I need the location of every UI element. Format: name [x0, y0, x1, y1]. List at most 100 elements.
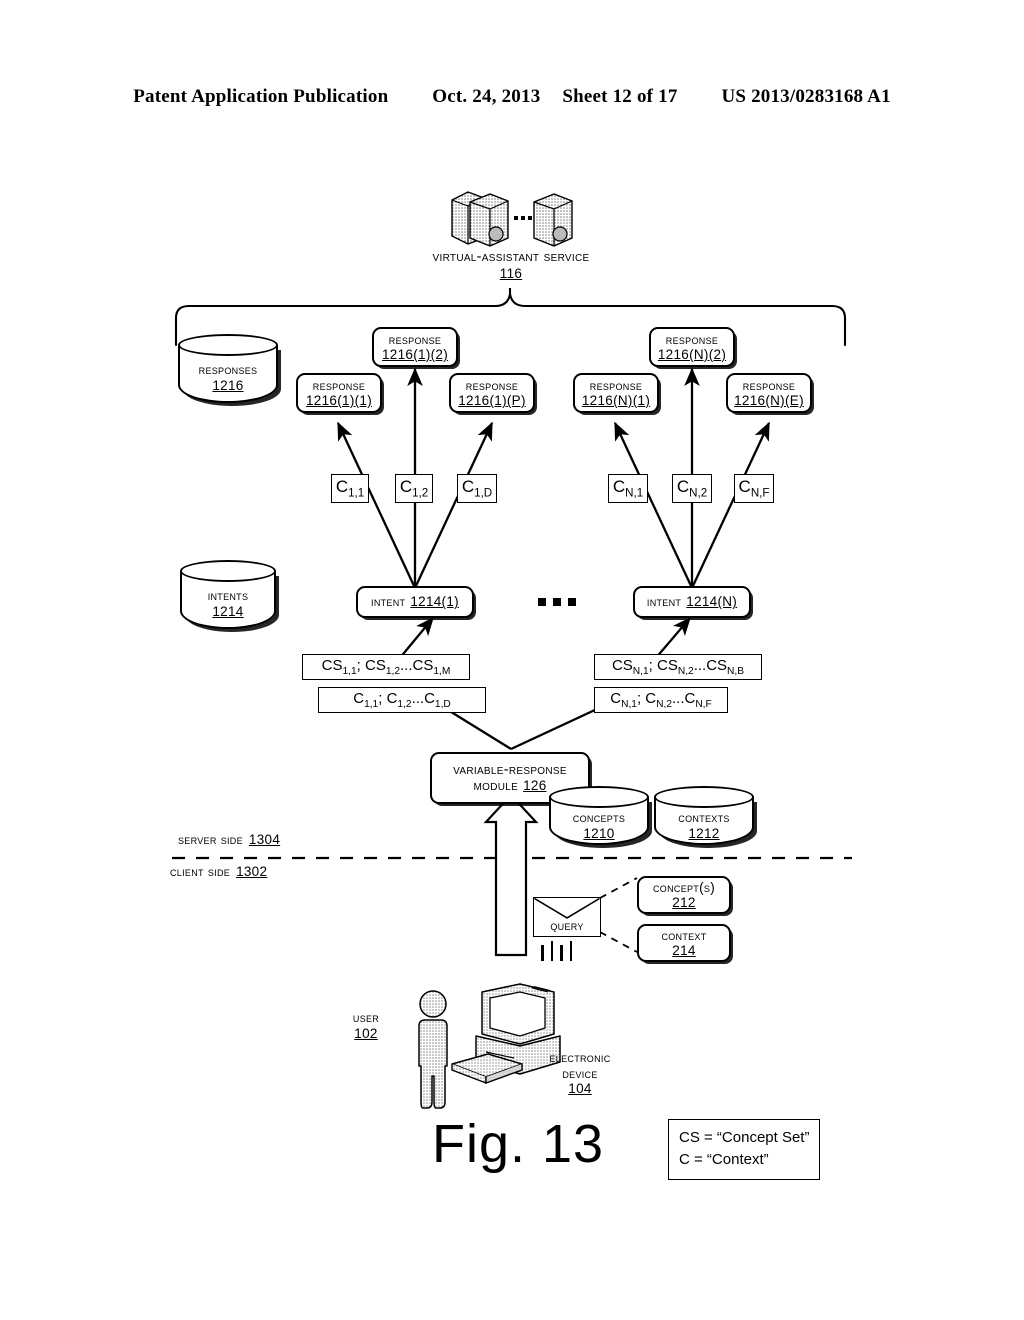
intents-db-caption: Intents 1214	[180, 588, 276, 619]
response-box-1216-1-1[interactable]: Response 1216(1)(1)	[296, 373, 382, 413]
service-label: Virtual-Assistant Service	[432, 249, 590, 265]
contexts-database: Contexts 1212	[654, 786, 754, 854]
concepts-db-ref: 1210	[583, 825, 615, 841]
response-label: Response	[312, 377, 366, 393]
context-label-c-1-1: C1,1	[331, 474, 369, 503]
context-label-c-n-f: CN,F	[734, 474, 774, 503]
response-ref: 1216(1)(1)	[305, 393, 373, 408]
intent-ref: 1214(N)	[686, 594, 738, 610]
legend-box: CS = “Concept Set” C = “Context”	[668, 1119, 821, 1180]
response-box-1216-n-1[interactable]: Response 1216(N)(1)	[573, 373, 659, 413]
responses-db-label: Responses	[198, 362, 258, 377]
device-ref: 104	[568, 1081, 592, 1097]
responses-db-top	[178, 334, 278, 356]
client-side-text: Client Side	[170, 864, 231, 879]
responses-db-caption: Responses 1216	[178, 362, 278, 393]
concepts-db-caption: Concepts 1210	[549, 810, 649, 841]
response-box-1216-n-2[interactable]: Response 1216(N)(2)	[649, 327, 735, 367]
signal-bars-icon	[541, 941, 572, 961]
context-sub: N,1	[625, 487, 644, 500]
context-label-c-1-2: C1,2	[395, 474, 433, 503]
response-label: Response	[388, 331, 442, 347]
context-row-n: CN,1; CN,2...CN,F	[594, 687, 728, 713]
intents-database: Intents 1214	[180, 560, 276, 638]
intent-node-1214-n[interactable]: Intent 1214(N)	[633, 586, 751, 618]
module-label-line-2: Module	[473, 778, 519, 794]
leader-query-to-context	[599, 931, 638, 953]
response-label: Response	[665, 331, 719, 347]
response-box-1216-1-2[interactable]: Response 1216(1)(2)	[372, 327, 458, 367]
user-caption: User 102	[330, 1010, 402, 1041]
concepts-box-212[interactable]: Concept(s) 212	[637, 876, 731, 914]
device-label-line-1: Electronic	[549, 1050, 611, 1065]
context-box-214[interactable]: Context 214	[637, 924, 731, 962]
contexts-db-ref: 1212	[688, 825, 720, 841]
responses-db-ref: 1216	[212, 377, 244, 393]
leader-query-to-concepts	[599, 877, 638, 899]
context-box-ref: 214	[672, 943, 696, 958]
response-ref: 1216(N)(E)	[734, 393, 804, 408]
arrow-intentn-to-response-n-e	[690, 421, 771, 589]
module-label-line-2-row: Module 126	[473, 778, 546, 794]
concept-set-row-n-text: CSN,1; CSN,2...CSN,B	[611, 656, 745, 677]
concept-set-row-1: CS1,1; CS1,2...CS1,M	[302, 654, 470, 680]
context-sub: N,F	[750, 487, 770, 500]
response-box-1216-n-e[interactable]: Response 1216(N)(E)	[726, 373, 812, 413]
context-base: C	[335, 476, 349, 496]
intents-db-label: Intents	[207, 588, 249, 603]
user-ref: 102	[354, 1025, 378, 1041]
context-row-1-text: C1,1; C1,2...C1,D	[353, 689, 451, 710]
context-base: C	[461, 476, 475, 496]
contexts-db-top	[654, 786, 754, 808]
device-caption: Electronic Device 104	[520, 1050, 640, 1097]
query-envelope-icon: Query	[533, 897, 601, 937]
context-label-c-n-2: CN,2	[672, 474, 712, 503]
device-label-line-2: Device	[562, 1065, 598, 1081]
response-ref: 1216(N)(1)	[581, 393, 651, 408]
intent-label: Intent	[646, 594, 682, 610]
module-ref: 126	[523, 778, 547, 793]
response-box-1216-1-p[interactable]: Response 1216(1)(P)	[449, 373, 535, 413]
arrow-conceptset1-to-intent1	[398, 616, 434, 660]
concept-set-row-1-text: CS1,1; CS1,2...CS1,M	[321, 656, 451, 677]
context-sub: 1,D	[474, 487, 493, 500]
legend-line-c: C = “Context”	[679, 1150, 769, 1168]
arrow-intent1-to-response-1-p	[413, 421, 494, 589]
context-sub: N,2	[689, 487, 708, 500]
user-label: User	[352, 1010, 380, 1025]
response-ref: 1216(1)(P)	[458, 393, 526, 408]
figure-13-diagram: Virtual-Assistant Service 116 Responses …	[0, 0, 1024, 1320]
service-caption: Virtual-Assistant Service 116	[386, 249, 636, 281]
client-side-ref: 1302	[236, 864, 268, 879]
response-label: Response	[742, 377, 796, 393]
intents-db-ref: 1214	[212, 603, 244, 619]
contexts-db-label: Contexts	[678, 810, 730, 825]
server-side-text: Server Side	[178, 832, 243, 847]
response-ref: 1216(N)(2)	[657, 347, 727, 362]
response-label: Response	[465, 377, 519, 393]
server-side-label: Server Side 1304	[178, 832, 280, 847]
intent-ref: 1214(1)	[410, 594, 459, 610]
module-label-line-1: Variable-Response	[453, 761, 567, 778]
intents-ellipsis-icon	[538, 598, 576, 606]
context-base: C	[612, 476, 626, 496]
arrow-intent1-to-response-1-1	[336, 421, 417, 589]
intent-label: Intent	[371, 594, 406, 610]
context-row-1: C1,1; C1,2...C1,D	[318, 687, 486, 713]
client-side-label: Client Side 1302	[170, 864, 267, 879]
query-label: Query	[550, 918, 584, 933]
context-label-c-1-d: C1,D	[457, 474, 497, 503]
concepts-box-label: Concept(s)	[653, 879, 715, 895]
arrow-conceptsetn-to-intentn	[654, 616, 691, 660]
context-label-c-n-1: CN,1	[608, 474, 648, 503]
context-sub: 1,1	[348, 487, 365, 500]
concepts-database: Concepts 1210	[549, 786, 649, 854]
concepts-db-top	[549, 786, 649, 808]
responses-database: Responses 1216	[178, 334, 278, 412]
server-cluster-icon	[446, 186, 576, 248]
arrow-intentn-to-response-n-1	[613, 421, 694, 589]
intent-node-1214-1[interactable]: Intent 1214(1)	[356, 586, 474, 618]
service-ref: 116	[499, 265, 523, 281]
response-label: Response	[589, 377, 643, 393]
context-base: C	[738, 476, 751, 496]
